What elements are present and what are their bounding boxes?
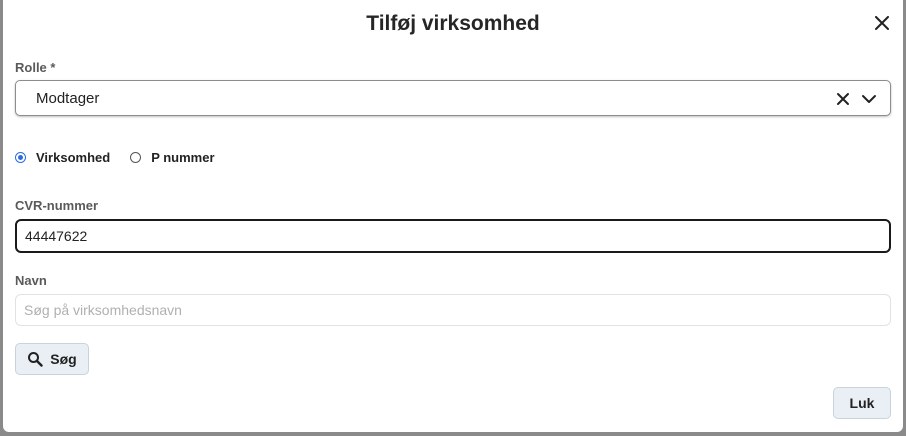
cvr-input[interactable] — [15, 219, 891, 253]
radio-virksomhed-label: Virksomhed — [36, 150, 111, 165]
cvr-label: CVR-nummer — [15, 198, 99, 213]
role-select[interactable]: Modtager — [15, 80, 891, 116]
company-name-input[interactable] — [15, 294, 891, 326]
radio-p-nummer-label: P nummer — [151, 150, 215, 165]
radio-virksomhed[interactable]: Virksomhed — [15, 150, 110, 165]
radio-p-nummer[interactable]: P nummer — [130, 150, 215, 165]
dialog-title: Tilføj virksomhed — [366, 12, 540, 35]
dialog-close-button[interactable] — [869, 10, 895, 36]
role-clear-button[interactable] — [834, 90, 852, 108]
close-icon — [875, 16, 889, 30]
company-type-radio-group: Virksomhed P nummer — [15, 150, 235, 165]
chevron-down-icon — [862, 95, 876, 103]
role-select-value: Modtager — [36, 90, 100, 107]
search-button-label: Søg — [50, 351, 77, 367]
add-company-dialog: Tilføj virksomhed Rolle * Modtager Virks… — [3, 0, 903, 432]
role-label: Rolle * — [15, 60, 56, 75]
radio-p-nummer-indicator[interactable] — [130, 152, 142, 163]
search-button[interactable]: Søg — [15, 343, 89, 375]
close-button[interactable]: Luk — [833, 387, 891, 419]
role-dropdown-toggle[interactable] — [860, 90, 878, 108]
name-label: Navn — [15, 273, 47, 288]
search-icon — [27, 351, 43, 367]
radio-virksomhed-indicator[interactable] — [15, 152, 26, 163]
close-button-label: Luk — [849, 395, 875, 411]
clear-icon — [837, 93, 849, 105]
